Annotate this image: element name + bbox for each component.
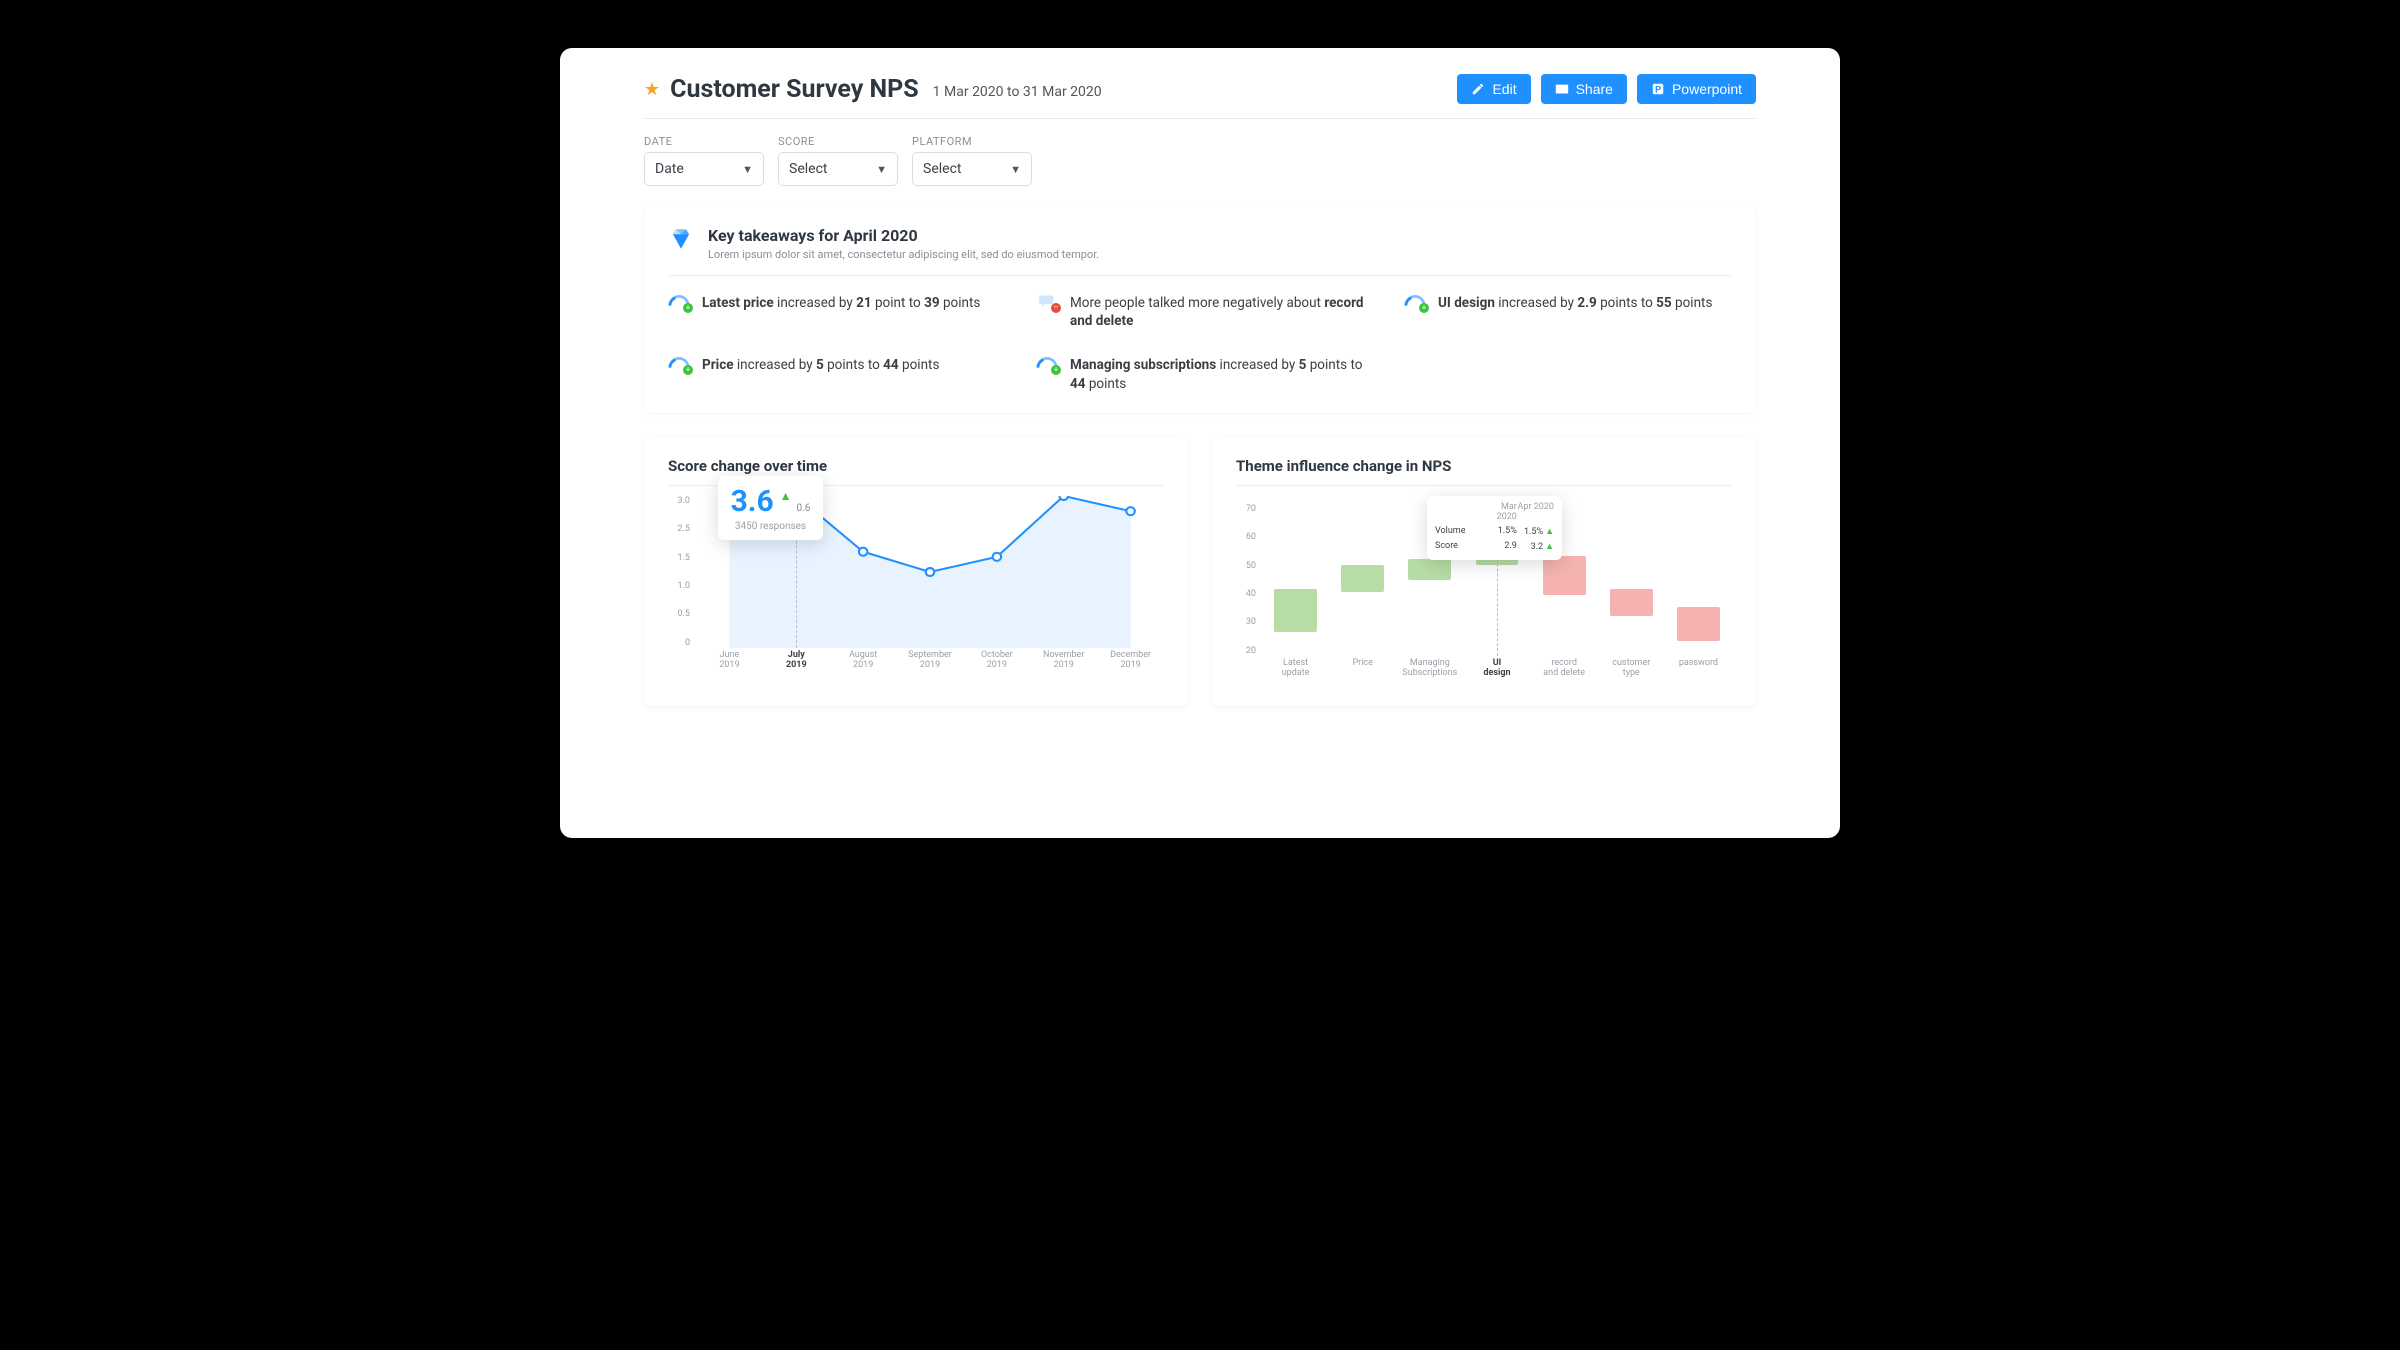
takeaway-item: –More people talked more negatively abou… (1036, 294, 1364, 330)
filter-bar: DATE Date ▼ SCORE Select ▼ PLATFORM Sele… (644, 119, 1756, 206)
edit-button[interactable]: Edit (1457, 74, 1530, 104)
header-actions: Edit Share P Powerpoint (1457, 74, 1756, 104)
bar-column (1665, 504, 1732, 656)
chart2-plot: 706050403020 Mar 2020 Apr 2020 Volume1.5… (1236, 496, 1732, 686)
x-label: June2019 (696, 650, 763, 676)
filter-platform-select[interactable]: Select ▼ (912, 152, 1032, 186)
filter-score-select[interactable]: Select ▼ (778, 152, 898, 186)
takeaways-card: Key takeaways for April 2020 Lorem ipsum… (644, 206, 1756, 413)
chart2-xaxis: LatestupdatePriceManagingSubscriptionsUI… (1262, 658, 1732, 686)
theme-influence-card: Theme influence change in NPS 7060504030… (1212, 437, 1756, 706)
x-label: Price (1329, 658, 1396, 686)
filter-date: DATE Date ▼ (644, 135, 764, 186)
filter-platform-label: PLATFORM (912, 135, 1032, 148)
x-label: customertype (1598, 658, 1665, 686)
page-title: Customer Survey NPS (670, 75, 919, 104)
takeaway-item: +Managing subscriptions increased by 5 p… (1036, 356, 1364, 392)
bar (1341, 565, 1384, 592)
filter-platform-value: Select (923, 161, 961, 177)
ppt-label: Powerpoint (1672, 81, 1742, 97)
bar-column (1598, 504, 1665, 656)
date-range: 1 Mar 2020 to 31 Mar 2020 (933, 84, 1102, 100)
takeaway-item (1404, 356, 1732, 392)
takeaway-item: +Latest price increased by 21 point to 3… (668, 294, 996, 330)
x-label: July2019 (763, 650, 830, 676)
dashboard-frame: ★ Customer Survey NPS 1 Mar 2020 to 31 M… (560, 48, 1840, 838)
chart1-plot: 3.02.51.51.00.50 3.6 ▲ 0.6 3450 response… (668, 496, 1164, 676)
takeaways-subtitle: Lorem ipsum dolor sit amet, consectetur … (708, 248, 1099, 261)
x-label: November2019 (1030, 650, 1097, 676)
edit-label: Edit (1492, 81, 1516, 97)
takeaway-item: +Price increased by 5 points to 44 point… (668, 356, 996, 392)
chat-icon: – (1036, 294, 1058, 310)
filter-score-label: SCORE (778, 135, 898, 148)
x-label: UIdesign (1463, 658, 1530, 686)
filter-platform: PLATFORM Select ▼ (912, 135, 1032, 186)
star-icon[interactable]: ★ (644, 79, 660, 100)
chart1-yticks: 3.02.51.51.00.50 (668, 496, 690, 648)
tooltip-responses: 3450 responses (728, 521, 813, 532)
takeaway-item: +UI design increased by 2.9 points to 55… (1404, 294, 1732, 330)
page-header: ★ Customer Survey NPS 1 Mar 2020 to 31 M… (644, 48, 1756, 119)
filter-date-select[interactable]: Date ▼ (644, 152, 764, 186)
tooltip-col2: Apr 2020 (1517, 502, 1554, 522)
takeaways-title: Key takeaways for April 2020 (708, 226, 1099, 245)
x-label: recordand delete (1531, 658, 1598, 686)
bar (1408, 559, 1451, 580)
filter-date-label: DATE (644, 135, 764, 148)
chart1-tooltip: 3.6 ▲ 0.6 3450 responses (718, 476, 823, 540)
x-label: December2019 (1097, 650, 1164, 676)
chevron-down-icon: ▼ (742, 163, 753, 176)
score-change-card: Score change over time 3.02.51.51.00.50 … (644, 437, 1188, 706)
x-label: August2019 (830, 650, 897, 676)
x-label: password (1665, 658, 1732, 686)
chevron-down-icon: ▼ (1010, 163, 1021, 176)
filter-date-value: Date (655, 161, 684, 177)
x-label: Latestupdate (1262, 658, 1329, 686)
x-label: October2019 (963, 650, 1030, 676)
bar-column (1329, 504, 1396, 656)
filter-score-value: Select (789, 161, 827, 177)
bar-column (1262, 504, 1329, 656)
gauge-icon: + (1036, 356, 1058, 372)
gauge-icon: + (668, 294, 690, 310)
tooltip-col1: Mar 2020 (1480, 502, 1517, 522)
chevron-down-icon: ▼ (876, 163, 887, 176)
bar (1543, 556, 1586, 596)
pencil-icon (1471, 82, 1485, 96)
svg-text:P: P (1655, 85, 1661, 95)
chart2-title: Theme influence change in NPS (1236, 457, 1732, 486)
chart2-tooltip: Mar 2020 Apr 2020 Volume1.5%1.5%▲Score2.… (1427, 496, 1562, 560)
diamond-icon (668, 226, 694, 252)
chart2-yticks: 706050403020 (1236, 504, 1256, 656)
share-label: Share (1576, 81, 1613, 97)
bar (1610, 589, 1653, 616)
powerpoint-button[interactable]: P Powerpoint (1637, 74, 1756, 104)
x-label: ManagingSubscriptions (1396, 658, 1463, 686)
share-button[interactable]: Share (1541, 74, 1627, 104)
tooltip-delta: 0.6 (797, 503, 811, 514)
takeaways-grid: +Latest price increased by 21 point to 3… (668, 276, 1732, 393)
charts-row: Score change over time 3.02.51.51.00.50 … (644, 437, 1756, 706)
bar (1274, 589, 1317, 632)
arrow-up-icon: ▲ (780, 489, 792, 503)
mail-icon (1555, 82, 1569, 96)
x-label: September2019 (897, 650, 964, 676)
gauge-icon: + (668, 356, 690, 372)
chart1-xaxis: June2019July2019August2019September2019O… (696, 650, 1164, 676)
gauge-icon: + (1404, 294, 1426, 310)
powerpoint-icon: P (1651, 82, 1665, 96)
filter-score: SCORE Select ▼ (778, 135, 898, 186)
bar (1677, 607, 1720, 640)
tooltip-value: 3.6 (731, 484, 774, 519)
